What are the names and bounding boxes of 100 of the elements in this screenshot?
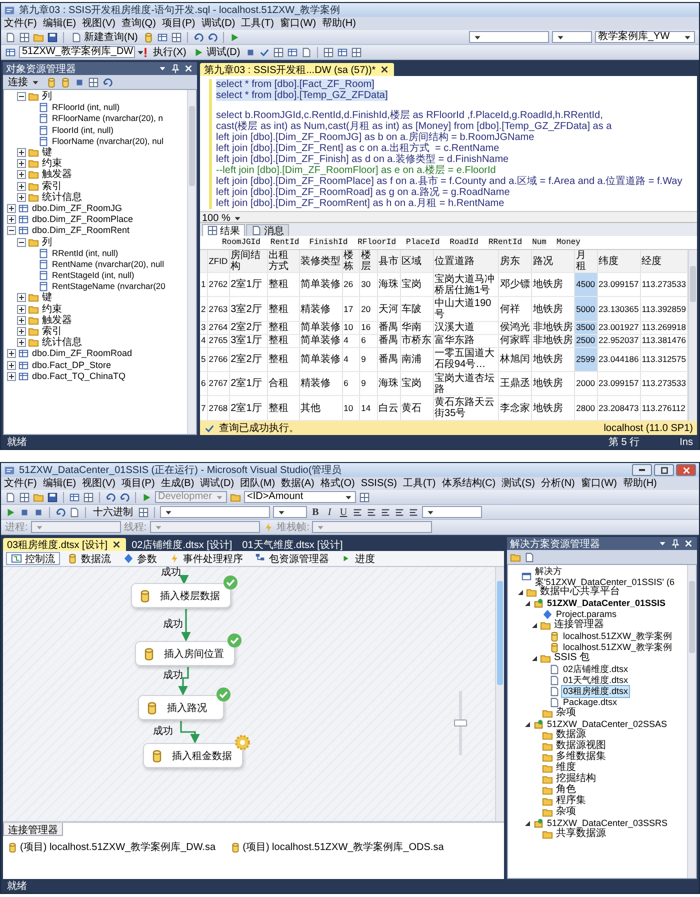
grid-icon[interactable]: [359, 492, 370, 502]
plus-box-icon[interactable]: [7, 215, 16, 224]
triangle-icon[interactable]: [517, 589, 524, 596]
dropdown[interactable]: [273, 506, 307, 518]
menu-item[interactable]: 团队(M): [240, 478, 276, 490]
curved-arrow-icon[interactable]: [105, 492, 116, 502]
designer-tab[interactable]: 参数: [118, 552, 162, 565]
menu-item[interactable]: 编辑(E): [42, 478, 76, 490]
tree-item[interactable]: 51ZXW_DataCenter_03SSRS: [546, 818, 669, 829]
menu-item[interactable]: 视图(V): [82, 478, 116, 490]
tree-item[interactable]: RFloorId (int, null): [51, 102, 121, 114]
grid-icon[interactable]: [83, 492, 94, 502]
menu-item[interactable]: 项目(P): [162, 18, 196, 30]
plus-box-icon[interactable]: [17, 170, 26, 180]
tree-item[interactable]: 数据源视图: [555, 741, 607, 752]
tree-item[interactable]: RentStageId (int, null): [51, 270, 136, 282]
debug-button[interactable]: 调试(D): [191, 46, 242, 58]
tree-item[interactable]: 索引: [41, 326, 63, 338]
pin-icon[interactable]: [670, 538, 681, 549]
tree-item[interactable]: 02店铺维度.dtsx: [562, 664, 630, 675]
close-icon[interactable]: [683, 538, 694, 549]
menu-item[interactable]: 工具(T): [241, 18, 274, 30]
row-header[interactable]: 1: [200, 272, 208, 297]
menu-item[interactable]: 编辑(E): [42, 18, 76, 30]
tree-item[interactable]: 约束: [41, 158, 63, 170]
row-header[interactable]: 6: [200, 371, 208, 396]
menu-item[interactable]: 生成(B): [160, 478, 194, 490]
task-node[interactable]: 插入房间位置: [135, 641, 235, 666]
tree-item[interactable]: 程序集: [555, 796, 587, 807]
task-node[interactable]: 插入租金数据: [143, 743, 243, 768]
tree-item[interactable]: 列: [41, 91, 53, 102]
tree-item[interactable]: 解决方案'51ZXW_DataCenter_01SSIS' (6: [534, 566, 687, 588]
menu-item[interactable]: 分析(N): [540, 478, 575, 490]
curved-arrow-icon[interactable]: [55, 506, 66, 518]
tree-item[interactable]: 角色: [555, 785, 577, 796]
tree-item[interactable]: dbo.Fact_DP_Store: [31, 360, 112, 371]
dropdown[interactable]: [469, 31, 549, 43]
menu-item[interactable]: 帮助(H): [322, 18, 356, 30]
plus-box-icon[interactable]: [7, 349, 16, 358]
table-cell[interactable]: 2000: [574, 371, 597, 396]
zoom-slider[interactable]: [454, 691, 467, 755]
tree-item[interactable]: 挖掘结构: [555, 774, 597, 785]
designer-tab[interactable]: 包资源管理器: [250, 552, 334, 565]
close-button[interactable]: [676, 464, 696, 476]
triangle-icon[interactable]: [531, 622, 538, 630]
tree-item[interactable]: FloorName (nvarchar(20), nul: [51, 136, 164, 147]
plus-box-icon[interactable]: [17, 293, 26, 302]
tree-item[interactable]: dbo.Dim_ZF_RoomPlace: [31, 214, 134, 226]
align-icon[interactable]: [352, 506, 363, 518]
tree-item[interactable]: 数据源: [555, 730, 587, 741]
grid-icon[interactable]: [138, 506, 149, 518]
design-canvas[interactable]: 成功 插入楼层数据 成功 插入房间位置 成功 插入路况 成功 插入租金数据: [3, 567, 504, 821]
tree-item[interactable]: localhost.51ZXW_教学案例: [562, 631, 674, 642]
row-header[interactable]: 5: [200, 347, 208, 372]
plus-box-icon[interactable]: [7, 372, 16, 381]
menu-item[interactable]: 文件(F): [4, 478, 37, 490]
tree-item[interactable]: 03租房维度.dtsx: [562, 686, 630, 697]
dropdown[interactable]: [160, 506, 270, 518]
task-node[interactable]: 插入路况: [138, 695, 224, 720]
tree-item[interactable]: dbo.Dim_ZF_RoomRoad: [31, 348, 134, 360]
tree-item[interactable]: 数据中心共享平台: [539, 587, 621, 598]
dropdown[interactable]: 教学案例库_YW: [595, 31, 695, 43]
table-cell[interactable]: 5000: [574, 296, 597, 322]
tree-item[interactable]: 触发器: [41, 169, 73, 180]
document-tab[interactable]: 第九章03 : SSIS开发租...DW (sa (57))*: [200, 63, 394, 76]
tree-item[interactable]: RRentId (int, null): [51, 248, 120, 259]
vertical-scrollbar[interactable]: [687, 565, 696, 878]
curved-arrow-icon[interactable]: [206, 32, 218, 42]
menu-item[interactable]: 体系结构(C): [442, 478, 496, 490]
curved-arrow-icon[interactable]: [119, 492, 130, 502]
zoom-dropdown[interactable]: 100 %: [200, 212, 246, 225]
vertical-scrollbar[interactable]: [495, 567, 504, 821]
document-tab[interactable]: 02店铺维度.dtsx [设计]: [128, 538, 236, 551]
tree-item[interactable]: 维度: [555, 763, 577, 774]
plus-box-icon[interactable]: [17, 327, 26, 336]
tree-item[interactable]: RentStageName (nvarchar(20: [51, 281, 166, 292]
menu-item[interactable]: SSIS(S): [360, 478, 397, 490]
dropdown[interactable]: [552, 31, 592, 43]
designer-tab[interactable]: 事件处理程序: [164, 552, 248, 565]
tree-item[interactable]: FloorId (int, null): [51, 124, 114, 136]
format-button[interactable]: B: [310, 506, 321, 518]
table-icon[interactable]: [156, 32, 168, 42]
tree-item[interactable]: 51ZXW_DataCenter_02SSAS: [546, 719, 668, 730]
tree-item[interactable]: 51ZXW_DataCenter_01SSIS: [546, 598, 667, 609]
designer-tab[interactable]: 控制流: [6, 552, 60, 565]
tree-item[interactable]: dbo.Dim_ZF_RoomJG: [31, 202, 124, 214]
menu-item[interactable]: 帮助(H): [622, 478, 657, 490]
designer-tab[interactable]: 进度: [336, 552, 380, 565]
triangle-icon[interactable]: [524, 600, 531, 608]
plus-box-icon[interactable]: [17, 316, 26, 325]
grid-icon[interactable]: [19, 492, 30, 502]
table-icon[interactable]: [287, 46, 298, 58]
tree-item[interactable]: 键: [41, 292, 53, 304]
connect-button[interactable]: 连接: [6, 76, 43, 88]
table-cell[interactable]: 4500: [574, 272, 597, 297]
tree-item[interactable]: 键: [41, 147, 53, 158]
row-header[interactable]: 4: [200, 334, 208, 347]
tree-item[interactable]: 统计信息: [41, 337, 83, 348]
database-icon[interactable]: [142, 32, 154, 42]
minus-box-icon[interactable]: [17, 238, 26, 247]
